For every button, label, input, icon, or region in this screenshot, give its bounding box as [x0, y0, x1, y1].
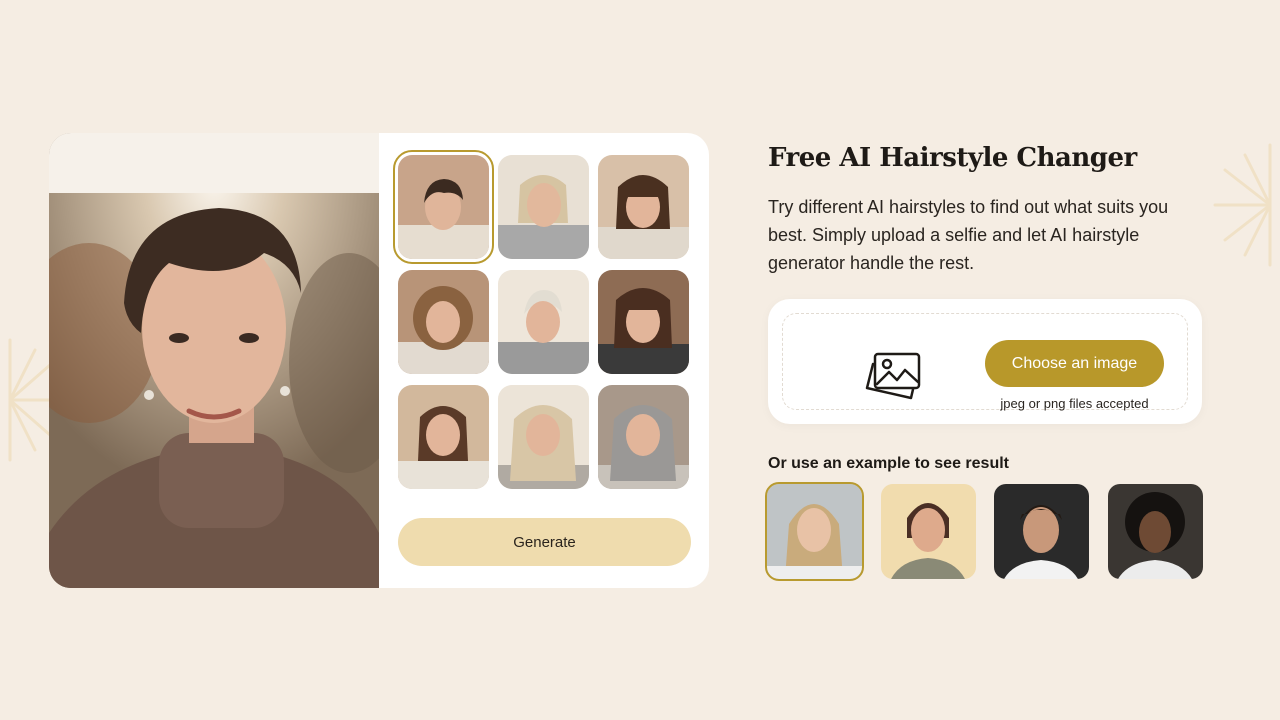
- choose-image-button[interactable]: Choose an image: [985, 340, 1164, 387]
- generate-button[interactable]: Generate: [398, 518, 691, 566]
- image-upload-icon: [865, 352, 921, 400]
- example-photo-blonde-woman[interactable]: [765, 482, 864, 581]
- accepted-formats-text: jpeg or png files accepted: [1000, 396, 1149, 411]
- hairstyle-option-platinum-pixie[interactable]: [498, 270, 589, 374]
- example-photo-curly-woman[interactable]: [1108, 484, 1203, 579]
- hairstyle-option-silver-waves[interactable]: [598, 385, 689, 489]
- decorative-sparkle-icon: [1213, 143, 1272, 267]
- page-title: Free AI Hairstyle Changer: [768, 143, 1137, 173]
- example-photo-older-woman[interactable]: [881, 484, 976, 579]
- hairstyle-option-long-waves[interactable]: [498, 385, 589, 489]
- upload-dropzone[interactable]: Choose an image jpeg or png files accept…: [768, 299, 1202, 424]
- upload-dashed-area[interactable]: Choose an image jpeg or png files accept…: [782, 313, 1188, 411]
- example-photo-young-man[interactable]: [994, 484, 1089, 579]
- main-portrait-photo: [49, 133, 379, 588]
- hairstyle-preview-card: Generate: [49, 133, 709, 588]
- page-description: Try different AI hairstyles to find out …: [768, 197, 1169, 273]
- hairstyle-option-pixie[interactable]: [393, 150, 494, 264]
- hairstyle-option-bangs-bob[interactable]: [598, 155, 689, 259]
- examples-label: Or use an example to see result: [768, 455, 1009, 472]
- hairstyle-grid: [393, 150, 690, 491]
- hairstyle-option-curly[interactable]: [398, 270, 489, 374]
- hairstyle-option-blonde-bob[interactable]: [498, 155, 589, 259]
- hairstyle-option-long-bob[interactable]: [398, 385, 489, 489]
- hairstyle-option-shag[interactable]: [598, 270, 689, 374]
